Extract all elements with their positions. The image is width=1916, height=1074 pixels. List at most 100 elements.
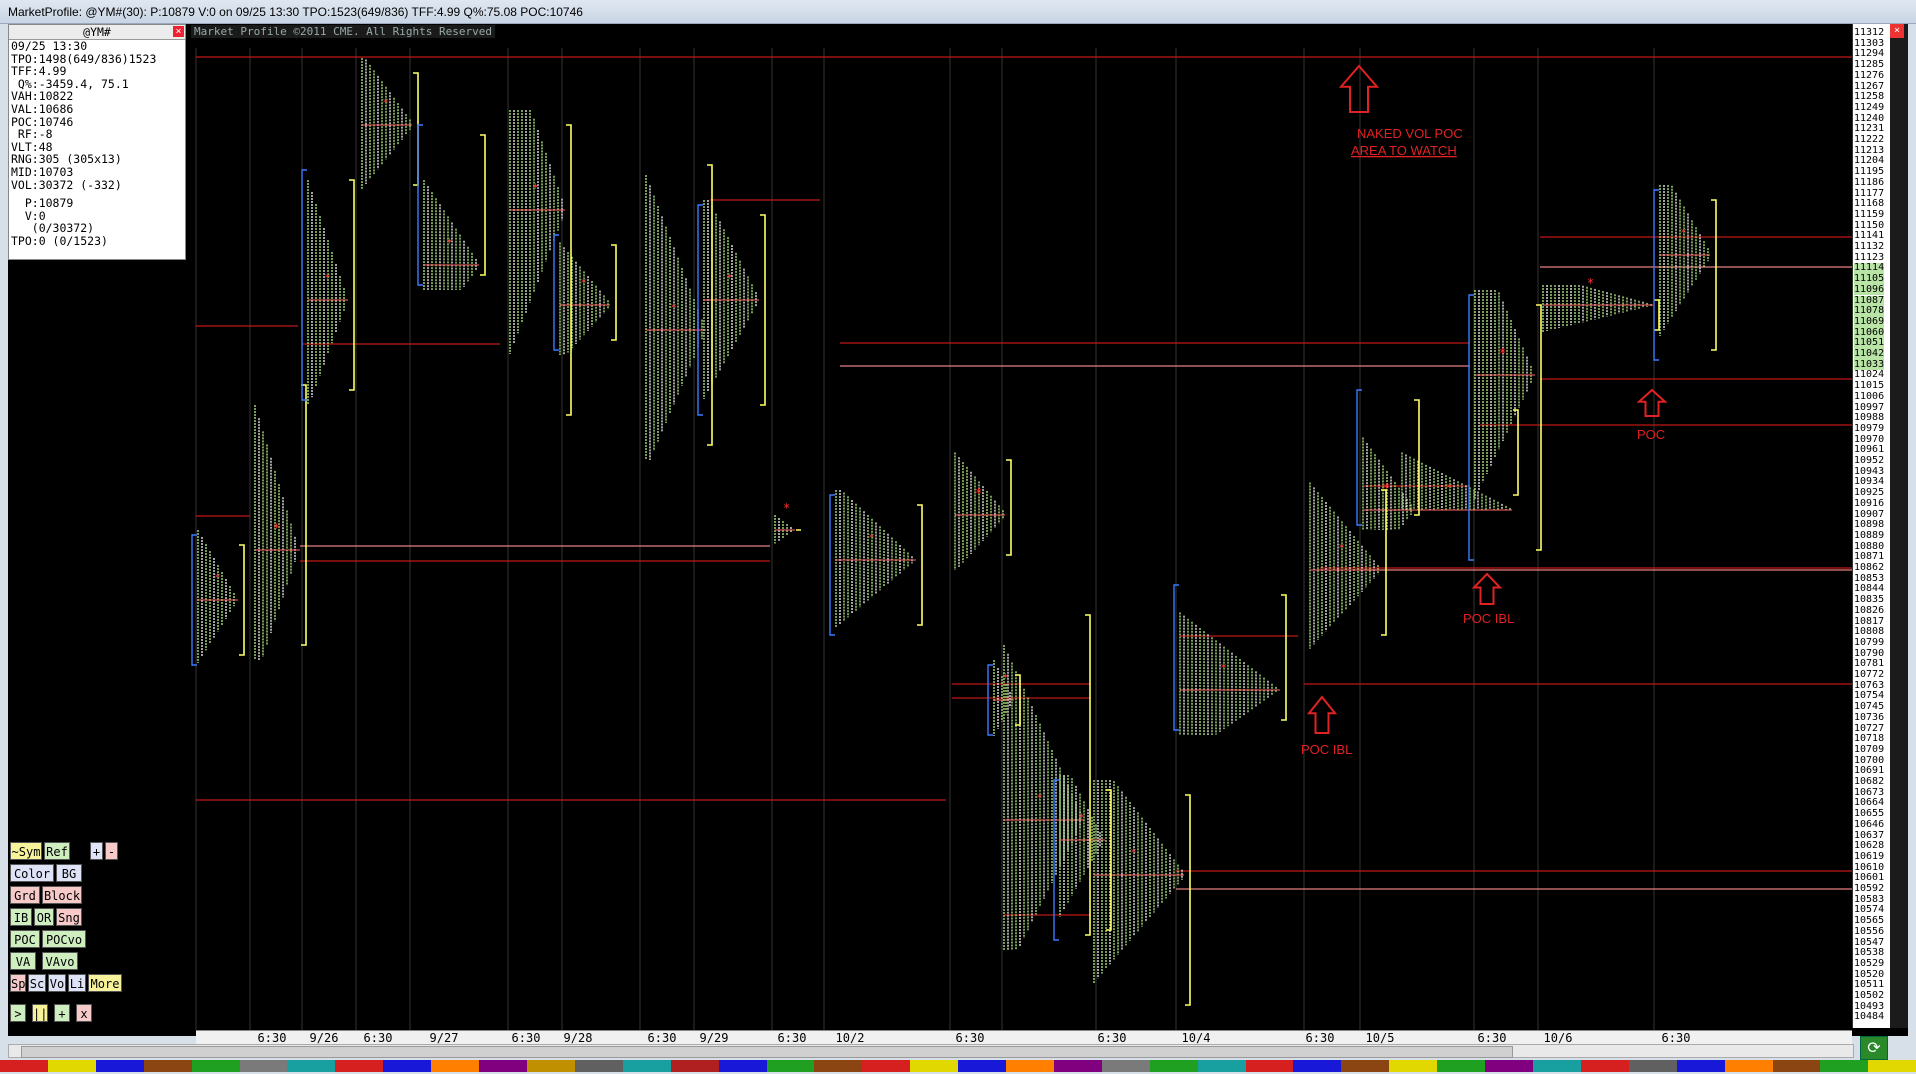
ctrl-button-22[interactable]: +: [54, 1004, 70, 1022]
color-swatch[interactable]: [239, 1060, 288, 1072]
color-swatch[interactable]: [1197, 1060, 1246, 1072]
price-tick: 10619: [1854, 850, 1885, 862]
ctrl-button-20[interactable]: >: [10, 1004, 26, 1022]
color-swatch[interactable]: [670, 1060, 719, 1072]
color-swatch[interactable]: [1341, 1060, 1390, 1072]
color-swatch[interactable]: [814, 1060, 863, 1072]
ctrl-button-16[interactable]: Sc: [28, 974, 46, 992]
color-swatch[interactable]: [910, 1060, 959, 1072]
scrollbar-thumb[interactable]: [21, 1046, 1513, 1058]
color-swatch[interactable]: [718, 1060, 767, 1072]
color-swatch[interactable]: [1101, 1060, 1150, 1072]
ctrl-button-9[interactable]: OR: [34, 908, 54, 926]
vertical-scrollbar[interactable]: [1890, 24, 1908, 1028]
ctrl-button-11[interactable]: POC: [10, 930, 40, 948]
price-tick: 10484: [1854, 1011, 1885, 1023]
value-area-bracket: [349, 179, 355, 391]
color-swatch[interactable]: [47, 1060, 96, 1072]
color-swatch[interactable]: [431, 1060, 480, 1072]
ctrl-button-17[interactable]: Vo: [48, 974, 66, 992]
date-label: 6:30: [257, 1031, 287, 1045]
color-swatch[interactable]: [1149, 1060, 1198, 1072]
market-profile-chart[interactable]: * * * * * * * * * * * * * * * * * * * * * * * NAKED VOL POC AR…: [8, 24, 1908, 1036]
value-area-bracket: [1513, 409, 1519, 496]
ctrl-button-8[interactable]: IB: [10, 908, 32, 926]
color-swatch[interactable]: [1437, 1060, 1486, 1072]
close-icon[interactable]: ×: [1890, 24, 1904, 38]
color-swatch[interactable]: [479, 1060, 527, 1072]
color-swatch[interactable]: [622, 1060, 671, 1072]
info-line: VOL:30372 (-332): [11, 177, 122, 192]
info-line: TPO:0 (0/1523): [11, 233, 108, 248]
color-swatch[interactable]: [383, 1060, 432, 1072]
color-swatch[interactable]: [1868, 1060, 1916, 1072]
ctrl-button-1[interactable]: Ref: [44, 842, 70, 860]
color-swatch[interactable]: [1053, 1060, 1102, 1072]
color-swatch[interactable]: [191, 1060, 240, 1072]
single-print-marker: *: [1036, 791, 1043, 805]
single-print-marker: *: [1499, 346, 1506, 360]
color-swatch[interactable]: [1485, 1060, 1533, 1072]
ctrl-button-3[interactable]: -: [105, 842, 118, 860]
ctrl-button-0[interactable]: ~Sym: [10, 842, 42, 860]
ctrl-button-5[interactable]: BG: [56, 864, 82, 882]
close-icon[interactable]: ×: [173, 26, 184, 37]
price-tick: 11249: [1854, 101, 1885, 113]
ctrl-button-23[interactable]: x: [76, 1004, 92, 1022]
info-line: 09/25 13:30: [11, 39, 88, 53]
date-label: 9/29: [699, 1031, 729, 1045]
ctrl-button-19[interactable]: More: [88, 974, 122, 992]
price-tick: 10556: [1854, 925, 1885, 937]
color-swatch[interactable]: [143, 1060, 192, 1072]
ctrl-button-18[interactable]: Li: [68, 974, 86, 992]
tpo-profile: [645, 175, 706, 460]
color-swatch[interactable]: [1676, 1060, 1725, 1072]
color-swatch[interactable]: [1533, 1060, 1581, 1072]
ctrl-button-6[interactable]: Grd: [10, 886, 40, 904]
value-area-bracket: [917, 504, 923, 626]
poc-ibl-label-2: POC IBL: [1463, 611, 1514, 626]
color-swatch[interactable]: [95, 1060, 144, 1072]
color-swatch[interactable]: [862, 1060, 911, 1072]
single-print-marker: *: [1220, 661, 1227, 675]
ctrl-button-14[interactable]: VAvo: [42, 952, 78, 970]
date-label: 9/26: [309, 1031, 339, 1045]
ctrl-button-10[interactable]: Sng: [56, 908, 82, 926]
color-palette-bar[interactable]: [0, 1058, 1916, 1074]
color-swatch[interactable]: [574, 1060, 623, 1072]
color-swatch[interactable]: [766, 1060, 815, 1072]
ctrl-button-13[interactable]: VA: [10, 952, 36, 970]
color-swatch[interactable]: [1389, 1060, 1438, 1072]
color-swatch[interactable]: [1820, 1060, 1869, 1072]
ctrl-button-21[interactable]: ||: [32, 1004, 48, 1022]
arrow-up-icon: [1338, 64, 1380, 113]
color-swatch[interactable]: [1628, 1060, 1677, 1072]
single-print-marker: *: [382, 96, 389, 110]
ctrl-button-12[interactable]: POCvo: [42, 930, 86, 948]
color-swatch[interactable]: [526, 1060, 575, 1072]
color-swatch[interactable]: [1724, 1060, 1773, 1072]
initial-balance-bracket: [829, 494, 835, 636]
color-swatch[interactable]: [287, 1060, 336, 1072]
refresh-icon[interactable]: ⟳: [1860, 1036, 1888, 1060]
single-print-marker: *: [1446, 481, 1453, 495]
value-area-bracket: [413, 72, 419, 186]
color-swatch[interactable]: [1006, 1060, 1054, 1072]
ctrl-button-2[interactable]: +: [90, 842, 103, 860]
ctrl-button-4[interactable]: Color: [10, 864, 54, 882]
date-label: 9/28: [563, 1031, 593, 1045]
color-swatch[interactable]: [0, 1060, 48, 1072]
initial-balance-bracket: [987, 664, 993, 736]
ctrl-button-15[interactable]: Sp: [10, 974, 26, 992]
color-swatch[interactable]: [1772, 1060, 1821, 1072]
ctrl-button-7[interactable]: Block: [42, 886, 82, 904]
color-swatch[interactable]: [1293, 1060, 1342, 1072]
single-print-marker: *: [1383, 481, 1390, 495]
horizontal-scrollbar[interactable]: [8, 1044, 1854, 1058]
color-swatch[interactable]: [958, 1060, 1007, 1072]
poc-label: POC: [1637, 427, 1665, 442]
color-swatch[interactable]: [1580, 1060, 1629, 1072]
price-tick: 11276: [1854, 69, 1885, 81]
color-swatch[interactable]: [1245, 1060, 1294, 1072]
color-swatch[interactable]: [335, 1060, 384, 1072]
